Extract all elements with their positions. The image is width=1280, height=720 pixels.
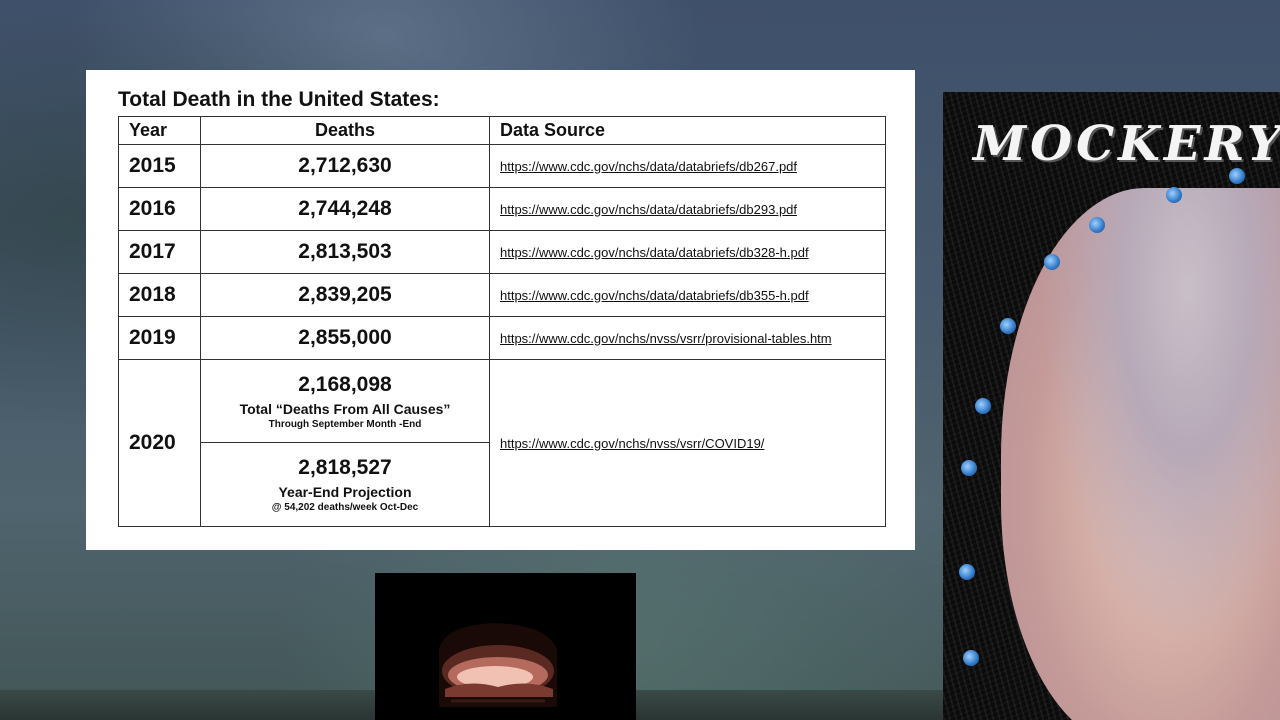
- deaths-split-cell: 2,168,098 Total “Deaths From All Causes”…: [200, 359, 490, 527]
- slide-title: Total Death in the United States:: [118, 88, 440, 111]
- table-row: 2018 2,839,205 https://www.cdc.gov/nchs/…: [118, 273, 886, 317]
- fireplace-icon: [439, 623, 557, 707]
- actual-deaths-note: Through September Month -End: [268, 418, 422, 430]
- projection-value: 2,818,527: [298, 456, 392, 479]
- table-row-2020: 2020 2,168,098 Total “Deaths From All Ca…: [118, 359, 886, 527]
- projection-note: @ 54,202 deaths/week Oct-Dec: [271, 502, 419, 513]
- year-cell: 2017: [118, 230, 201, 274]
- table-row: 2019 2,855,000 https://www.cdc.gov/nchs/…: [118, 316, 886, 360]
- year-cell: 2019: [118, 316, 201, 360]
- actual-deaths-label: Total “Deaths From All Causes”: [239, 400, 451, 417]
- table-row: 2015 2,712,630 https://www.cdc.gov/nchs/…: [118, 144, 886, 188]
- table-header-row: Year Deaths Data Source: [118, 116, 886, 145]
- glitter-dot: [961, 460, 977, 476]
- actual-deaths-value: 2,168,098: [298, 372, 392, 396]
- year-cell: 2016: [118, 187, 201, 231]
- header-deaths: Deaths: [200, 116, 490, 145]
- table-row: 2017 2,813,503 https://www.cdc.gov/nchs/…: [118, 230, 886, 274]
- year-cell: 2018: [118, 273, 201, 317]
- glitter-dot: [1089, 217, 1105, 233]
- deaths-cell: 2,813,503: [200, 230, 490, 274]
- glitter-dot: [1229, 168, 1245, 184]
- projection-label: Year-End Projection: [278, 484, 412, 500]
- header-source: Data Source: [489, 116, 886, 145]
- source-link[interactable]: https://www.cdc.gov/nchs/data/databriefs…: [489, 144, 886, 188]
- slide-panel: Total Death in the United States: Year D…: [86, 70, 915, 550]
- projection-block: 2,818,527 Year-End Projection @ 54,202 d…: [201, 443, 489, 526]
- portrait-title: MOCKERY: [973, 116, 1280, 172]
- glitter-dot: [959, 564, 975, 580]
- portrait-photo: [1001, 188, 1280, 720]
- portrait-panel: MOCKERY: [943, 92, 1280, 720]
- deaths-cell: 2,712,630: [200, 144, 490, 188]
- actual-deaths-block: 2,168,098 Total “Deaths From All Causes”…: [201, 360, 489, 443]
- header-year: Year: [118, 116, 201, 145]
- glitter-dot: [1000, 318, 1016, 334]
- year-cell: 2015: [118, 144, 201, 188]
- source-link[interactable]: https://www.cdc.gov/nchs/data/databriefs…: [489, 187, 886, 231]
- glitter-dot: [975, 398, 991, 414]
- year-cell: 2020: [118, 359, 201, 527]
- glitter-dot: [963, 650, 979, 666]
- glitter-dot: [1166, 187, 1182, 203]
- source-link[interactable]: https://www.cdc.gov/nchs/nvss/vsrr/COVID…: [489, 359, 886, 527]
- table-row: 2016 2,744,248 https://www.cdc.gov/nchs/…: [118, 187, 886, 231]
- deaths-cell: 2,839,205: [200, 273, 490, 317]
- deaths-table: Year Deaths Data Source 2015 2,712,630 h…: [118, 116, 886, 527]
- glitter-dot: [1044, 254, 1060, 270]
- source-link[interactable]: https://www.cdc.gov/nchs/data/databriefs…: [489, 273, 886, 317]
- source-link[interactable]: https://www.cdc.gov/nchs/nvss/vsrr/provi…: [489, 316, 886, 360]
- deaths-cell: 2,744,248: [200, 187, 490, 231]
- deaths-cell: 2,855,000: [200, 316, 490, 360]
- fireplace-video[interactable]: [375, 573, 636, 720]
- source-link[interactable]: https://www.cdc.gov/nchs/data/databriefs…: [489, 230, 886, 274]
